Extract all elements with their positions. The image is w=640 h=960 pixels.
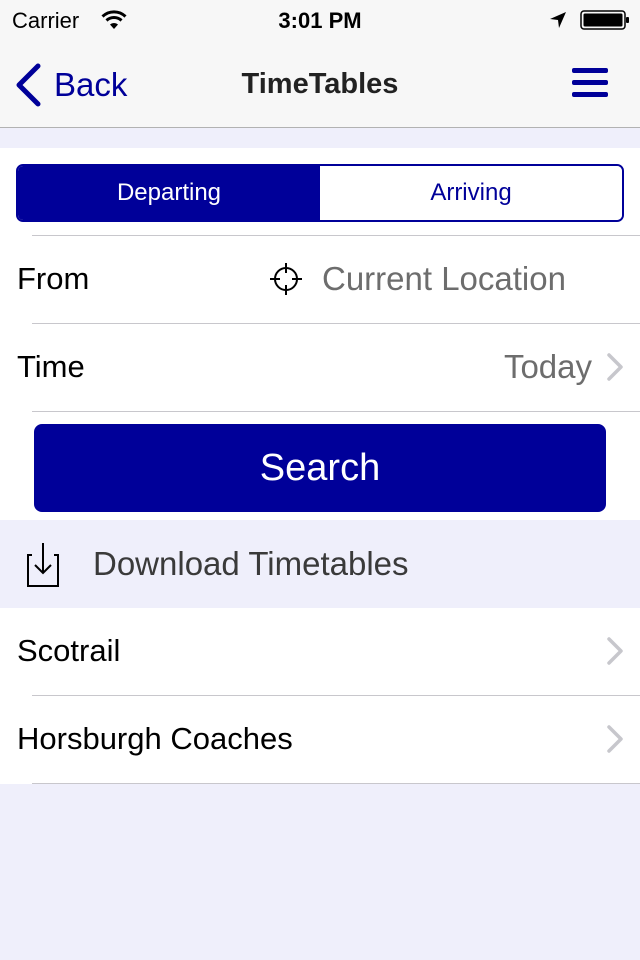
- crosshair-icon[interactable]: [268, 261, 304, 297]
- separator: [32, 411, 640, 412]
- time-label: Time: [17, 349, 85, 384]
- separator: [32, 783, 640, 784]
- status-bar: Carrier 3:01 PM: [0, 0, 640, 40]
- from-label: From: [17, 261, 90, 296]
- search-form: Departing Arriving From Current Location…: [0, 148, 640, 520]
- chevron-right-icon: [607, 637, 623, 665]
- operator-list: Scotrail Horsburgh Coaches: [0, 608, 640, 784]
- chevron-right-icon: [607, 353, 623, 381]
- time-value: Today: [503, 348, 592, 385]
- hamburger-menu-icon[interactable]: [572, 66, 610, 100]
- location-arrow-icon: [550, 12, 566, 28]
- time-row[interactable]: Time Today: [0, 324, 640, 410]
- direction-segmented-control: Departing Arriving: [16, 164, 624, 222]
- from-value: Current Location: [322, 260, 566, 297]
- list-item-label: Horsburgh Coaches: [17, 721, 293, 756]
- list-item-label: Scotrail: [17, 633, 121, 668]
- download-timetables-label: Download Timetables: [93, 545, 409, 582]
- search-button[interactable]: Search: [34, 424, 606, 512]
- chevron-right-icon: [607, 725, 623, 753]
- download-icon: [27, 543, 59, 587]
- battery-icon: [580, 10, 629, 30]
- list-item-scotrail[interactable]: Scotrail: [0, 608, 640, 694]
- page-title: TimeTables: [241, 68, 399, 100]
- navigation-bar: Back TimeTables: [0, 40, 640, 128]
- segment-departing[interactable]: Departing: [18, 166, 320, 220]
- download-timetables-header[interactable]: Download Timetables: [0, 520, 640, 608]
- clock: 3:01 PM: [278, 8, 362, 33]
- list-item-horsburgh-coaches[interactable]: Horsburgh Coaches: [0, 696, 640, 782]
- segment-arriving[interactable]: Arriving: [320, 166, 622, 220]
- from-row[interactable]: From Current Location: [0, 236, 640, 322]
